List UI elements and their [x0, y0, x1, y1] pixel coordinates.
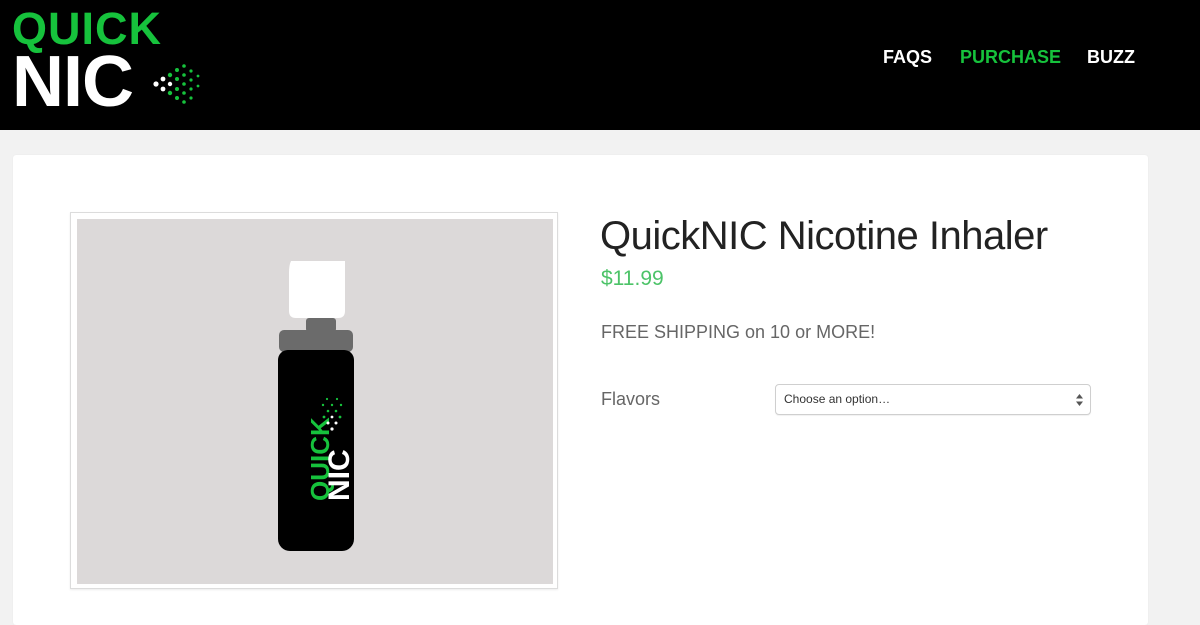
flavors-select-value: Choose an option… [784, 392, 891, 406]
select-arrows-icon [1076, 394, 1083, 406]
flavors-select[interactable]: Choose an option… [775, 384, 1091, 415]
product-image-frame[interactable]: QUICK NIC [70, 212, 558, 589]
shipping-note: FREE SHIPPING on 10 or MORE! [601, 322, 876, 342]
product-image: QUICK NIC [77, 219, 553, 584]
main-nav: FAQS PURCHASE BUZZ [0, 44, 1200, 70]
product-price: $11.99 [601, 267, 664, 290]
nav-purchase[interactable]: PURCHASE [960, 44, 1061, 70]
nav-faqs[interactable]: FAQS [883, 44, 932, 70]
site-header: QUICK NIC FAQS PURCHASE BUZZ [0, 0, 1200, 130]
product-title: QuickNIC Nicotine Inhaler [600, 214, 1048, 258]
bottle-label-nic: NIC [323, 449, 356, 501]
nav-buzz[interactable]: BUZZ [1087, 44, 1135, 70]
inhaler-bottle-icon: QUICK NIC [278, 261, 356, 551]
flavors-label: Flavors [601, 389, 661, 409]
